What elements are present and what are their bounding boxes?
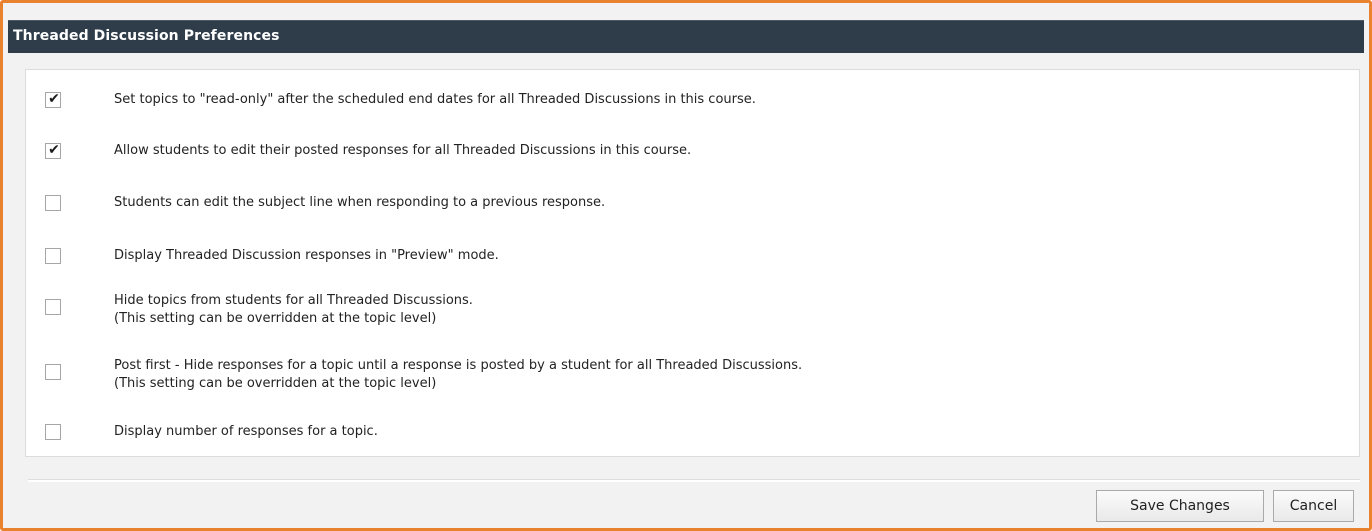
checkbox-edit-subject-line[interactable] (45, 195, 61, 211)
option-sublabel: (This setting can be overridden at the t… (114, 311, 437, 326)
save-changes-button[interactable]: Save Changes (1096, 490, 1264, 522)
preferences-window: Threaded Discussion Preferences ✔ Set to… (0, 0, 1372, 531)
title-bar: Threaded Discussion Preferences (8, 20, 1364, 53)
option-label: Allow students to edit their posted resp… (114, 143, 692, 158)
checkbox-edit-posted-responses[interactable]: ✔ (45, 142, 61, 159)
check-icon: ✔ (48, 91, 60, 107)
option-label: Hide topics from students for all Thread… (114, 293, 473, 308)
options-panel: ✔ Set topics to "read-only" after the sc… (25, 69, 1360, 457)
checkbox-hide-topics[interactable] (45, 299, 61, 315)
checkbox-post-first[interactable] (45, 364, 61, 380)
footer-divider (28, 479, 1360, 482)
page-title: Threaded Discussion Preferences (13, 28, 280, 44)
option-label: Students can edit the subject line when … (114, 195, 606, 210)
option-label: Display Threaded Discussion responses in… (114, 248, 499, 263)
checkbox-read-only-after-end[interactable]: ✔ (45, 91, 61, 108)
cancel-button[interactable]: Cancel (1273, 490, 1354, 522)
option-label: Post first - Hide responses for a topic … (114, 358, 803, 373)
checkbox-preview-mode[interactable] (45, 248, 61, 264)
option-label: Display number of responses for a topic. (114, 424, 378, 439)
check-icon: ✔ (48, 142, 60, 158)
option-sublabel: (This setting can be overridden at the t… (114, 376, 437, 391)
checkbox-response-count[interactable] (45, 424, 61, 440)
option-label: Set topics to "read-only" after the sche… (114, 92, 756, 107)
